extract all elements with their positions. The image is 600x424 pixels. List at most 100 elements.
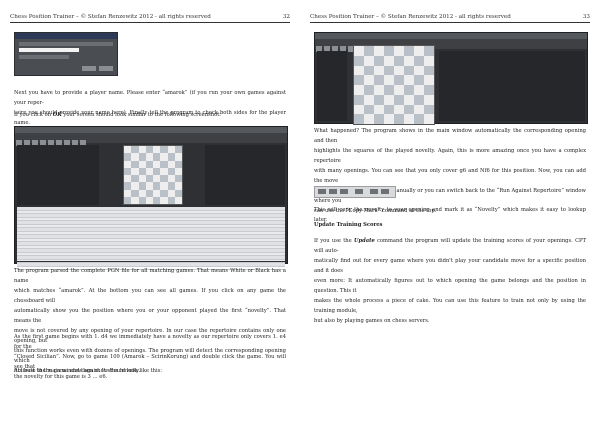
board-square bbox=[131, 167, 139, 175]
board-square bbox=[145, 153, 153, 161]
board-square bbox=[394, 114, 404, 124]
board-square bbox=[131, 153, 139, 161]
text-span: your screen should look similar to the f… bbox=[61, 112, 222, 118]
board-square bbox=[167, 146, 175, 154]
copy-mark-toolbar-screenshot bbox=[314, 186, 396, 198]
board-square bbox=[174, 153, 182, 161]
board-square bbox=[374, 55, 384, 66]
board-square bbox=[131, 146, 139, 154]
board-square bbox=[394, 65, 404, 76]
board-square bbox=[138, 153, 146, 161]
board-square bbox=[145, 175, 153, 183]
board-square bbox=[374, 94, 384, 105]
board-square bbox=[414, 114, 424, 124]
board-square bbox=[394, 75, 404, 85]
board-square bbox=[394, 104, 404, 115]
board-square bbox=[138, 196, 146, 204]
board-square bbox=[174, 167, 182, 175]
paragraph: Next you have to provide a player name. … bbox=[14, 88, 286, 128]
board-square bbox=[384, 85, 394, 95]
board-square bbox=[364, 104, 374, 115]
header-text: Chess Position Trainer – © Stefan Renzew… bbox=[310, 14, 511, 20]
games-list bbox=[17, 207, 285, 270]
text-span: If you click on bbox=[14, 112, 53, 118]
board-square bbox=[384, 55, 394, 66]
board-square bbox=[131, 196, 139, 204]
board-square bbox=[354, 75, 364, 85]
board-square bbox=[167, 160, 175, 168]
board-square bbox=[167, 153, 175, 161]
board-square bbox=[364, 46, 374, 56]
right-page: Chess Position Trainer – © Stefan Renzew… bbox=[300, 0, 600, 424]
board-square bbox=[374, 114, 384, 124]
header-text: Chess Position Trainer – © Stefan Renzew… bbox=[10, 14, 211, 20]
board-square bbox=[124, 189, 132, 197]
text-line: highlights the squares of the played nov… bbox=[314, 148, 586, 164]
board-square bbox=[354, 85, 364, 95]
board-square bbox=[160, 175, 168, 183]
board-square bbox=[394, 94, 404, 105]
board-square bbox=[153, 175, 161, 183]
board-square bbox=[394, 46, 404, 56]
board-square bbox=[153, 196, 161, 204]
board-square bbox=[364, 65, 374, 76]
page-header: Chess Position Trainer – © Stefan Renzew… bbox=[10, 14, 290, 23]
board-square bbox=[153, 146, 161, 154]
board-square bbox=[145, 160, 153, 168]
text-line: even more: It automatically figures out … bbox=[314, 278, 586, 294]
board-square bbox=[138, 182, 146, 190]
board-square bbox=[394, 85, 404, 95]
board-square bbox=[167, 189, 175, 197]
board-square bbox=[384, 114, 394, 124]
board-square bbox=[424, 75, 434, 85]
text-line: automatically show you the position wher… bbox=[14, 308, 286, 324]
board-square bbox=[384, 65, 394, 76]
board-square bbox=[404, 94, 414, 105]
board-square bbox=[145, 146, 153, 154]
board-square bbox=[364, 94, 374, 105]
board-square bbox=[364, 114, 374, 124]
player-name-dialog-screenshot bbox=[14, 32, 118, 76]
board-square bbox=[404, 85, 414, 95]
board-square bbox=[414, 65, 424, 76]
board-square bbox=[131, 175, 139, 183]
board-square bbox=[153, 189, 161, 197]
board-square bbox=[414, 85, 424, 95]
board-square bbox=[167, 167, 175, 175]
board-square bbox=[364, 55, 374, 66]
board-square bbox=[384, 46, 394, 56]
board-square bbox=[424, 104, 434, 115]
text-line: but also by playing games on chess serve… bbox=[314, 318, 430, 324]
text-line: What happened? The program shows in the … bbox=[314, 128, 586, 144]
chessboard bbox=[123, 145, 183, 205]
board-square bbox=[160, 153, 168, 161]
board-square bbox=[404, 46, 414, 56]
board-square bbox=[404, 104, 414, 115]
board-square bbox=[138, 160, 146, 168]
board-square bbox=[414, 46, 424, 56]
board-square bbox=[167, 182, 175, 190]
board-square bbox=[145, 196, 153, 204]
board-square bbox=[174, 175, 182, 183]
board-square bbox=[354, 65, 364, 76]
board-square bbox=[174, 189, 182, 197]
board-square bbox=[374, 85, 384, 95]
board-square bbox=[124, 146, 132, 154]
board-square bbox=[160, 167, 168, 175]
main-window-screenshot bbox=[314, 32, 588, 125]
board-square bbox=[424, 46, 434, 56]
text-line: makes the whole process a piece of cake.… bbox=[314, 298, 586, 314]
board-square bbox=[404, 114, 414, 124]
board-square bbox=[145, 167, 153, 175]
text-span: If you use the bbox=[314, 238, 354, 244]
board-square bbox=[160, 189, 168, 197]
board-square bbox=[124, 196, 132, 204]
text-line: Activate the main window again. It shoul… bbox=[14, 368, 163, 374]
text-line: As the first game begins with 1. d4 we i… bbox=[14, 334, 286, 350]
board-square bbox=[414, 104, 424, 115]
board-square bbox=[124, 175, 132, 183]
paragraph: If you use the Update command the progra… bbox=[314, 236, 586, 326]
board-square bbox=[414, 55, 424, 66]
board-square bbox=[364, 85, 374, 95]
board-square bbox=[394, 55, 404, 66]
